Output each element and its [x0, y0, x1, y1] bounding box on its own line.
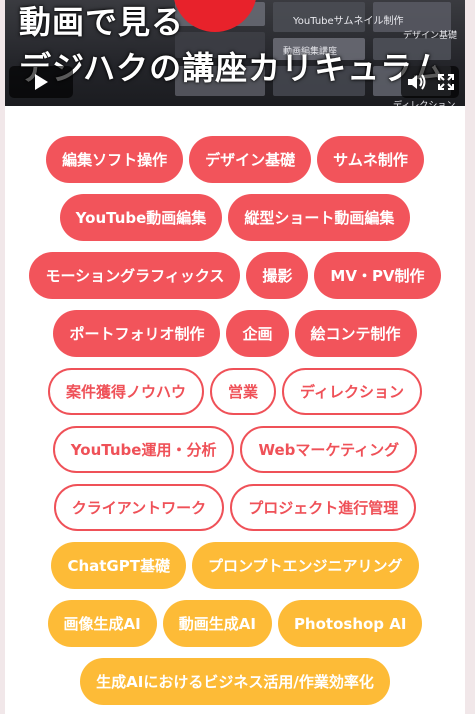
tag-chatgpt-basics[interactable]: ChatGPT基礎: [51, 542, 186, 589]
play-icon: [35, 74, 48, 90]
tag-client-work[interactable]: クライアントワーク: [53, 484, 225, 531]
tag-editing-software[interactable]: 編集ソフト操作: [46, 136, 184, 183]
tag-filming[interactable]: 撮影: [246, 252, 309, 299]
tag-portfolio[interactable]: ポートフォリオ制作: [53, 310, 221, 357]
volume-button[interactable]: [407, 73, 427, 91]
tag-motion-graphics[interactable]: モーショングラフィックス: [29, 252, 241, 299]
play-button[interactable]: [9, 66, 73, 98]
tag-design-basics[interactable]: デザイン基礎: [189, 136, 312, 183]
fullscreen-icon: [437, 74, 454, 90]
video-title-line2: デジハクの講座カリキュラム: [19, 49, 446, 87]
tag-prompt-engineering[interactable]: プロンプトエンジニアリング: [191, 542, 419, 589]
curriculum-tag-list: 編集ソフト操作 デザイン基礎 サムネ制作 YouTube動画編集 縦型ショート動…: [5, 136, 465, 714]
fullscreen-button[interactable]: [437, 74, 454, 90]
tag-row: モーショングラフィックス 撮影 MV・PV制作: [5, 252, 465, 299]
tag-generative-ai-business[interactable]: 生成AIにおけるビジネス活用/作業効率化: [80, 658, 390, 705]
tag-row: 生成AIにおけるビジネス活用/作業効率化: [5, 658, 465, 705]
tag-row: YouTube運用・分析 Webマーケティング: [5, 426, 465, 473]
tag-image-generation-ai[interactable]: 画像生成AI: [47, 600, 157, 647]
tag-row: クライアントワーク プロジェクト進行管理: [5, 484, 465, 531]
tag-row: 画像生成AI 動画生成AI Photoshop AI: [5, 600, 465, 647]
tag-project-management[interactable]: プロジェクト進行管理: [230, 484, 417, 531]
volume-icon: [407, 74, 425, 90]
tag-direction[interactable]: ディレクション: [282, 368, 422, 415]
tag-row: 案件獲得ノウハウ 営業 ディレクション: [5, 368, 465, 415]
video-title-line1: 動画で見る: [19, 3, 185, 41]
tag-youtube-editing[interactable]: YouTube動画編集: [59, 194, 223, 241]
thumbnail-caption: ディレクション: [393, 101, 456, 106]
tag-short-video-editing[interactable]: 縦型ショート動画編集: [228, 194, 411, 241]
tag-mv-pv-production[interactable]: MV・PV制作: [314, 252, 441, 299]
curriculum-card: YouTubeサムネイル制作 動画編集講座 デザイン基礎 ディレクション 動画で…: [5, 0, 465, 714]
tag-planning[interactable]: 企画: [226, 310, 289, 357]
tag-row: ChatGPT基礎 プロンプトエンジニアリング: [5, 542, 465, 589]
tag-row: 編集ソフト操作 デザイン基礎 サムネ制作: [5, 136, 465, 183]
tag-sales[interactable]: 営業: [210, 368, 277, 415]
tag-row: ポートフォリオ制作 企画 絵コンテ制作: [5, 310, 465, 357]
tag-job-acquisition[interactable]: 案件獲得ノウハウ: [48, 368, 205, 415]
tag-storyboard[interactable]: 絵コンテ制作: [294, 310, 417, 357]
tag-thumbnail-production[interactable]: サムネ制作: [317, 136, 424, 183]
tag-row: YouTube動画編集 縦型ショート動画編集: [5, 194, 465, 241]
tag-youtube-operation[interactable]: YouTube運用・分析: [52, 426, 235, 473]
video-controls-right: [401, 66, 459, 98]
video-player[interactable]: YouTubeサムネイル制作 動画編集講座 デザイン基礎 ディレクション 動画で…: [5, 0, 465, 106]
page: YouTubeサムネイル制作 動画編集講座 デザイン基礎 ディレクション 動画で…: [0, 0, 475, 714]
tag-video-generation-ai[interactable]: 動画生成AI: [162, 600, 272, 647]
video-title: 動画で見る デジハクの講座カリキュラム: [19, 2, 445, 88]
tag-photoshop-ai[interactable]: Photoshop AI: [277, 600, 423, 647]
tag-web-marketing[interactable]: Webマーケティング: [240, 426, 418, 473]
